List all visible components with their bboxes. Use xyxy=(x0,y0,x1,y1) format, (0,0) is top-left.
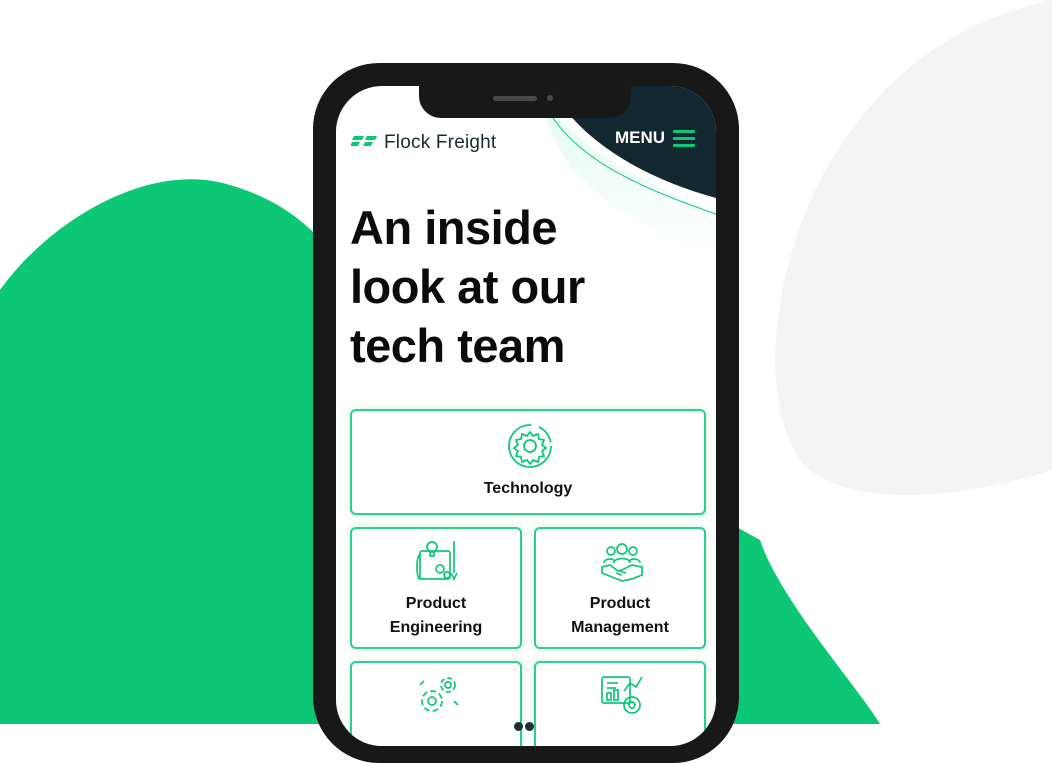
logo-mark-icon xyxy=(351,136,377,146)
team-handshake-icon xyxy=(601,543,643,582)
phone-screen: Flock Freight MENU An inside look at our… xyxy=(336,86,716,746)
gears-icon xyxy=(419,677,459,712)
analytics-icon xyxy=(601,676,643,714)
card-technology[interactable]: Technology xyxy=(350,409,706,515)
menu-button[interactable]: MENU xyxy=(615,128,696,148)
card-label: Technology xyxy=(483,480,573,497)
speaker-grille xyxy=(493,96,537,101)
card-label: Product xyxy=(405,595,467,612)
card-label: Engineering xyxy=(389,619,483,636)
card-label: Management xyxy=(571,619,669,636)
blueprint-icon xyxy=(416,541,458,581)
card-product-engineering[interactable]: Product Engineering xyxy=(350,527,522,649)
brand-logo[interactable]: Flock Freight xyxy=(351,132,496,154)
card-product-management[interactable]: Product Management xyxy=(534,527,706,649)
card-data[interactable] xyxy=(534,661,706,746)
phone-notch xyxy=(419,86,631,118)
page-title: An inside look at our tech team xyxy=(350,198,690,375)
front-camera xyxy=(547,95,553,101)
headline-line: An inside xyxy=(350,201,558,254)
menu-label: MENU xyxy=(615,128,666,147)
headline-line: tech team xyxy=(350,319,565,372)
headline-line: look at our xyxy=(350,260,585,313)
card-operations[interactable] xyxy=(350,661,522,746)
phone-mockup: Flock Freight MENU An inside look at our… xyxy=(313,63,739,763)
grey-blob xyxy=(775,0,1052,495)
scroll-indicator xyxy=(514,716,536,735)
card-label: Product xyxy=(589,595,651,612)
brand-name: Flock Freight xyxy=(384,132,497,153)
gear-icon xyxy=(508,424,552,468)
hamburger-icon xyxy=(673,129,696,147)
